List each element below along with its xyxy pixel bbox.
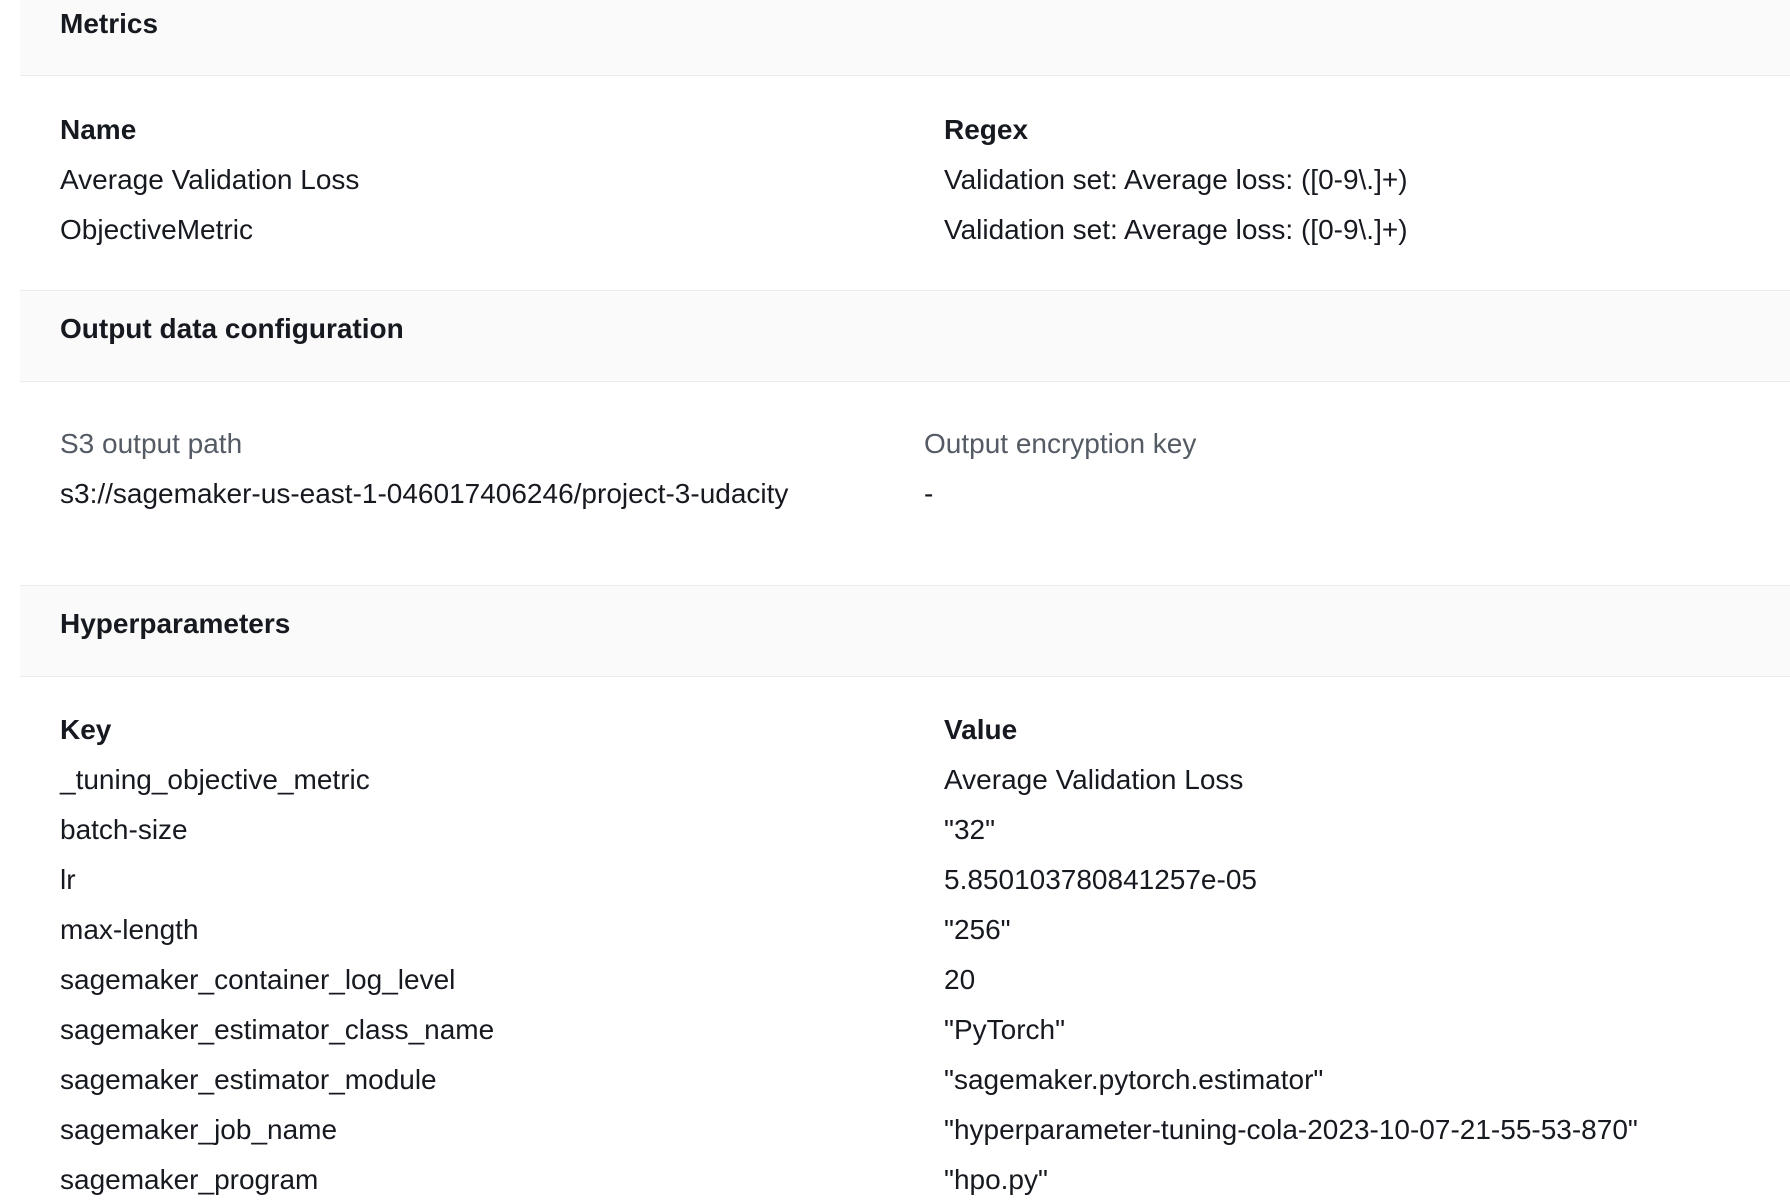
s3-output-path-value: s3://sagemaker-us-east-1-046017406246/pr… [60, 478, 789, 509]
hyperparameter-row: batch-size "32" [60, 808, 1760, 852]
hyperparameters-title: Hyperparameters [60, 608, 291, 639]
hyper-value: "PyTorch" [944, 1014, 1066, 1045]
metrics-col-regex: Regex [944, 114, 1029, 145]
hyper-key: sagemaker_estimator_class_name [60, 1014, 495, 1045]
hyper-key: sagemaker_container_log_level [60, 964, 456, 995]
metrics-title: Metrics [60, 8, 159, 39]
hyper-value: "256" [944, 914, 1011, 945]
s3-output-path-label: S3 output path [60, 428, 243, 459]
hyper-col-value: Value [944, 714, 1018, 745]
metrics-row: ObjectiveMetric Validation set: Average … [60, 208, 1760, 252]
hyperparameter-row: sagemaker_program "hpo.py" [60, 1158, 1760, 1202]
hyper-key: batch-size [60, 814, 188, 845]
hyperparameter-row: lr 5.850103780841257e-05 [60, 858, 1760, 902]
output-encryption-key-value: - [924, 478, 934, 509]
hyper-value: 5.850103780841257e-05 [944, 864, 1257, 895]
hyperparameter-row: _tuning_objective_metric Average Validat… [60, 758, 1760, 802]
hyper-value: Average Validation Loss [944, 764, 1244, 795]
hyper-key: sagemaker_job_name [60, 1114, 338, 1145]
metrics-header: Metrics [20, 0, 1790, 76]
hyperparameter-row: sagemaker_estimator_module "sagemaker.py… [60, 1058, 1760, 1102]
output-encryption-key-label: Output encryption key [924, 428, 1197, 459]
metric-name: Average Validation Loss [60, 164, 360, 195]
hyper-key: sagemaker_program [60, 1164, 319, 1195]
hyper-value: "sagemaker.pytorch.estimator" [944, 1064, 1324, 1095]
hyper-value: "32" [944, 814, 996, 845]
hyperparameter-row: max-length "256" [60, 908, 1760, 952]
metric-regex: Validation set: Average loss: ([0-9\.]+) [944, 164, 1408, 195]
metrics-row: Average Validation Loss Validation set: … [60, 158, 1760, 202]
hyperparameter-row: sagemaker_estimator_class_name "PyTorch" [60, 1008, 1760, 1052]
metric-regex: Validation set: Average loss: ([0-9\.]+) [944, 214, 1408, 245]
hyper-value: "hyperparameter-tuning-cola-2023-10-07-2… [944, 1114, 1638, 1145]
metrics-column-headers: Name Regex [60, 108, 1760, 152]
hyper-key: _tuning_objective_metric [60, 764, 370, 795]
hyperparameters-header: Hyperparameters [20, 585, 1790, 677]
metrics-col-name: Name [60, 114, 137, 145]
metric-name: ObjectiveMetric [60, 214, 253, 245]
hyperparameter-row: sagemaker_container_log_level 20 [60, 958, 1760, 1002]
output-labels: S3 output path Output encryption key [60, 422, 1760, 466]
hyper-key: sagemaker_estimator_module [60, 1064, 437, 1095]
hyper-value: 20 [944, 964, 976, 995]
hyper-key: lr [60, 864, 76, 895]
hyper-value: "hpo.py" [944, 1164, 1048, 1195]
hyperparameter-row: sagemaker_job_name "hyperparameter-tunin… [60, 1108, 1760, 1152]
output-values: s3://sagemaker-us-east-1-046017406246/pr… [60, 472, 1760, 516]
hyper-col-key: Key [60, 714, 112, 745]
output-config-header: Output data configuration [20, 290, 1790, 382]
hyper-key: max-length [60, 914, 199, 945]
hyperparameters-column-headers: Key Value [60, 708, 1760, 752]
output-config-title: Output data configuration [60, 313, 404, 344]
